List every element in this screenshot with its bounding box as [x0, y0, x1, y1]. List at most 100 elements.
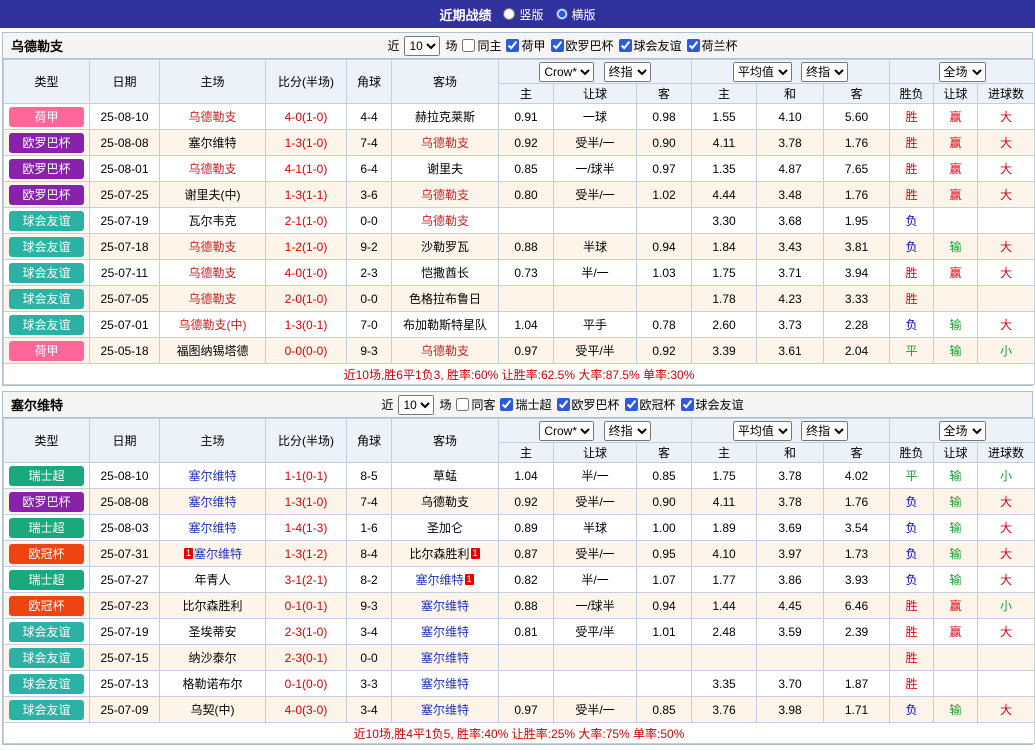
match-score[interactable]: 4-0(3-0): [266, 697, 347, 723]
match-score[interactable]: 1-3(0-1): [266, 312, 347, 338]
away-team[interactable]: 塞尔维特: [392, 671, 499, 697]
filter-checkbox[interactable]: [557, 398, 570, 411]
filter-checkbox[interactable]: [619, 39, 632, 52]
home-team[interactable]: 塞尔维特: [160, 489, 266, 515]
away-team[interactable]: 塞尔维特: [392, 645, 499, 671]
filter-option-2[interactable]: 欧罗巴杯: [557, 396, 620, 413]
home-team[interactable]: 乌德勒支: [160, 156, 266, 182]
home-team[interactable]: 乌德勒支: [160, 234, 266, 260]
layout-option-horizontal[interactable]: 横版: [556, 6, 596, 23]
away-team[interactable]: 塞尔维特: [392, 697, 499, 723]
away-team[interactable]: 乌德勒支: [392, 338, 499, 364]
league-badge[interactable]: 球会友谊: [9, 622, 84, 642]
league-badge[interactable]: 瑞士超: [9, 518, 84, 538]
league-badge[interactable]: 欧罗巴杯: [9, 133, 84, 153]
filter-option-1[interactable]: 瑞士超: [500, 396, 551, 413]
horizontal-layout-radio[interactable]: [556, 8, 568, 20]
league-badge[interactable]: 荷甲: [9, 341, 84, 361]
league-badge[interactable]: 瑞士超: [9, 466, 84, 486]
away-team[interactable]: 塞尔维特: [392, 593, 499, 619]
league-badge[interactable]: 欧罗巴杯: [9, 492, 84, 512]
league-badge[interactable]: 球会友谊: [9, 263, 84, 283]
filter-option-0[interactable]: 同主: [462, 37, 501, 54]
home-team[interactable]: 纳沙泰尔: [160, 645, 266, 671]
home-team[interactable]: 圣埃蒂安: [160, 619, 266, 645]
match-score[interactable]: 4-1(1-0): [266, 156, 347, 182]
league-badge[interactable]: 球会友谊: [9, 211, 84, 231]
match-score[interactable]: 1-3(1-0): [266, 130, 347, 156]
odds-stage-select[interactable]: 终指: [604, 421, 651, 441]
home-team[interactable]: 比尔森胜利: [160, 593, 266, 619]
layout-option-vertical[interactable]: 竖版: [503, 6, 543, 23]
league-badge[interactable]: 球会友谊: [9, 674, 84, 694]
filter-option-0[interactable]: 同客: [456, 396, 495, 413]
away-team[interactable]: 比尔森胜利1: [392, 541, 499, 567]
league-badge[interactable]: 球会友谊: [9, 700, 84, 720]
league-badge[interactable]: 球会友谊: [9, 315, 84, 335]
match-score[interactable]: 1-4(1-3): [266, 515, 347, 541]
home-team[interactable]: 谢里夫(中): [160, 182, 266, 208]
home-team[interactable]: 福图纳锡塔德: [160, 338, 266, 364]
filter-option-3[interactable]: 球会友谊: [619, 37, 682, 54]
average-select[interactable]: 平均值: [733, 421, 792, 441]
vertical-layout-radio[interactable]: [503, 8, 515, 20]
filter-checkbox[interactable]: [551, 39, 564, 52]
league-badge[interactable]: 球会友谊: [9, 289, 84, 309]
home-team[interactable]: 乌德勒支: [160, 260, 266, 286]
home-team[interactable]: 乌德勒支: [160, 286, 266, 312]
filter-checkbox[interactable]: [625, 398, 638, 411]
filter-checkbox[interactable]: [462, 39, 475, 52]
away-team[interactable]: 草蜢: [392, 463, 499, 489]
league-badge[interactable]: 欧冠杯: [9, 544, 84, 564]
away-team[interactable]: 乌德勒支: [392, 130, 499, 156]
average-select[interactable]: 平均值: [733, 62, 792, 82]
match-score[interactable]: 2-3(1-0): [266, 619, 347, 645]
average-stage-select[interactable]: 终指: [801, 62, 848, 82]
league-badge[interactable]: 欧罗巴杯: [9, 185, 84, 205]
home-team[interactable]: 1塞尔维特: [160, 541, 266, 567]
league-badge[interactable]: 荷甲: [9, 107, 84, 127]
match-score[interactable]: 1-3(1-2): [266, 541, 347, 567]
scope-select[interactable]: 全场: [939, 62, 986, 82]
bookmaker-select[interactable]: Crow*: [539, 421, 594, 441]
league-badge[interactable]: 欧冠杯: [9, 596, 84, 616]
bookmaker-select[interactable]: Crow*: [539, 62, 594, 82]
match-count-select[interactable]: 10: [398, 395, 434, 415]
match-score[interactable]: 0-1(0-1): [266, 593, 347, 619]
match-score[interactable]: 4-0(1-0): [266, 104, 347, 130]
league-badge[interactable]: 球会友谊: [9, 648, 84, 668]
match-score[interactable]: 4-0(1-0): [266, 260, 347, 286]
league-badge[interactable]: 瑞士超: [9, 570, 84, 590]
filter-option-3[interactable]: 欧冠杯: [625, 396, 676, 413]
home-team[interactable]: 乌德勒支(中): [160, 312, 266, 338]
filter-option-2[interactable]: 欧罗巴杯: [551, 37, 614, 54]
filter-checkbox[interactable]: [500, 398, 513, 411]
match-score[interactable]: 0-1(0-0): [266, 671, 347, 697]
away-team[interactable]: 赫拉克莱斯: [392, 104, 499, 130]
filter-checkbox[interactable]: [506, 39, 519, 52]
filter-checkbox[interactable]: [687, 39, 700, 52]
league-badge[interactable]: 球会友谊: [9, 237, 84, 257]
odds-stage-select[interactable]: 终指: [604, 62, 651, 82]
filter-checkbox[interactable]: [456, 398, 469, 411]
match-score[interactable]: 1-2(1-0): [266, 234, 347, 260]
match-score[interactable]: 2-0(1-0): [266, 286, 347, 312]
league-badge[interactable]: 欧罗巴杯: [9, 159, 84, 179]
home-team[interactable]: 乌德勒支: [160, 104, 266, 130]
match-score[interactable]: 0-0(0-0): [266, 338, 347, 364]
home-team[interactable]: 乌契(中): [160, 697, 266, 723]
away-team[interactable]: 圣加仑: [392, 515, 499, 541]
away-team[interactable]: 乌德勒支: [392, 489, 499, 515]
filter-checkbox[interactable]: [681, 398, 694, 411]
away-team[interactable]: 谢里夫: [392, 156, 499, 182]
away-team[interactable]: 塞尔维特1: [392, 567, 499, 593]
home-team[interactable]: 格勒诺布尔: [160, 671, 266, 697]
average-stage-select[interactable]: 终指: [801, 421, 848, 441]
filter-option-4[interactable]: 荷兰杯: [687, 37, 738, 54]
match-count-select[interactable]: 10: [404, 36, 440, 56]
home-team[interactable]: 塞尔维特: [160, 515, 266, 541]
match-score[interactable]: 2-1(1-0): [266, 208, 347, 234]
home-team[interactable]: 塞尔维特: [160, 463, 266, 489]
away-team[interactable]: 塞尔维特: [392, 619, 499, 645]
away-team[interactable]: 乌德勒支: [392, 182, 499, 208]
